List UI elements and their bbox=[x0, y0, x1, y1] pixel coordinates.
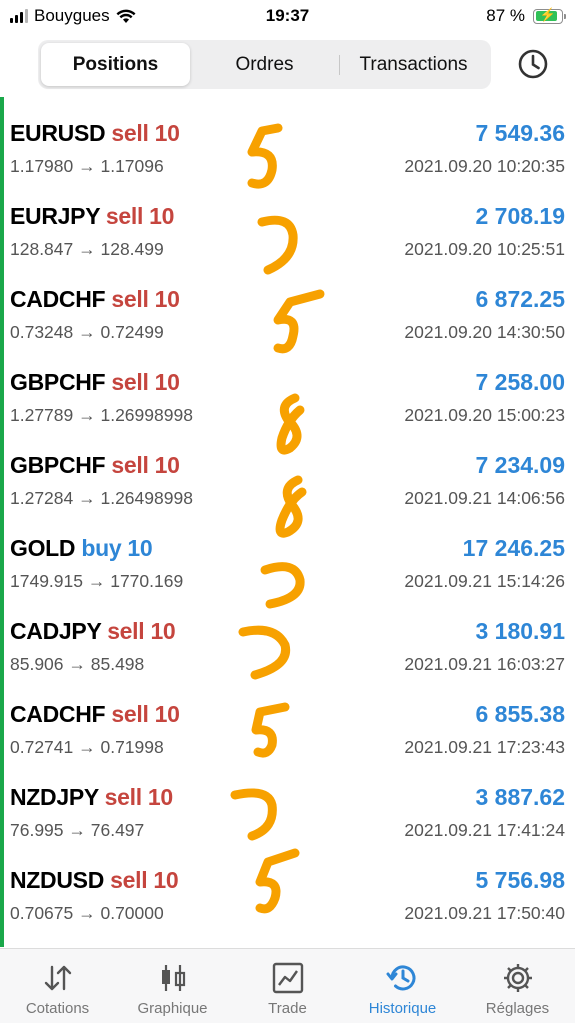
position-profit: 7 258.00 bbox=[475, 369, 565, 395]
position-row[interactable]: CADCHF sell 10 6 872.25 0.73248 → 0.7249… bbox=[0, 274, 575, 357]
position-profit: 2 708.19 bbox=[475, 203, 565, 229]
position-volume: sell 10 bbox=[111, 701, 180, 727]
position-profit: 5 756.98 bbox=[475, 867, 565, 893]
tab-label: Cotations bbox=[25, 1000, 90, 1017]
segmented-control: Positions Ordres Transactions bbox=[38, 40, 491, 89]
tab-ordres[interactable]: Ordres bbox=[190, 43, 339, 86]
position-row[interactable]: CADJPY sell 10 3 180.91 85.906 → 85.498 … bbox=[0, 606, 575, 689]
candlestick-icon bbox=[161, 965, 185, 991]
trade-chart-icon bbox=[272, 962, 303, 994]
position-prices: 0.70675 → 0.70000 bbox=[10, 903, 164, 923]
tab-historique[interactable]: Historique bbox=[345, 949, 460, 1023]
status-bar: Bouygues 19:37 87 % ⚡ bbox=[0, 0, 575, 34]
position-prices: 1.27789 → 1.26998998 bbox=[10, 405, 193, 425]
tab-cotations[interactable]: Cotations bbox=[0, 949, 115, 1023]
position-time: 2021.09.20 15:00:23 bbox=[404, 405, 565, 425]
position-symbol: NZDUSD bbox=[10, 867, 105, 893]
position-volume: sell 10 bbox=[111, 369, 180, 395]
position-volume: sell 10 bbox=[111, 286, 180, 312]
gear-icon bbox=[503, 964, 532, 992]
sort-arrows-icon bbox=[44, 965, 71, 991]
position-prices: 76.995 → 76.497 bbox=[10, 820, 145, 840]
tab-label: Réglages bbox=[485, 1000, 550, 1017]
position-profit: 17 246.25 bbox=[462, 535, 565, 561]
positions-list: EURUSD sell 10 7 549.36 1.17980 → 1.1709… bbox=[0, 108, 575, 938]
position-symbol: CADCHF bbox=[10, 701, 106, 727]
tab-label: Trade bbox=[268, 1000, 307, 1017]
tab-graphique[interactable]: Graphique bbox=[115, 949, 230, 1023]
position-time: 2021.09.21 17:50:40 bbox=[404, 903, 565, 923]
tab-trade[interactable]: Trade bbox=[230, 949, 345, 1023]
tab-positions[interactable]: Positions bbox=[41, 43, 190, 86]
position-profit: 7 549.36 bbox=[475, 120, 565, 146]
position-volume: sell 10 bbox=[107, 618, 176, 644]
position-prices: 85.906 → 85.498 bbox=[10, 654, 145, 674]
position-symbol: GBPCHF bbox=[10, 369, 106, 395]
position-time: 2021.09.21 15:14:26 bbox=[404, 571, 565, 591]
position-volume: sell 10 bbox=[104, 784, 174, 810]
position-row[interactable]: GOLD buy 10 17 246.25 1749.915 → 1770.16… bbox=[0, 523, 575, 606]
position-symbol: GBPCHF bbox=[10, 452, 106, 478]
position-volume: sell 10 bbox=[111, 452, 180, 478]
position-profit: 6 855.38 bbox=[475, 701, 565, 727]
tab-transactions[interactable]: Transactions bbox=[339, 43, 488, 86]
position-profit: 3 180.91 bbox=[475, 618, 565, 644]
position-row[interactable]: GBPCHF sell 10 7 234.09 1.27284 → 1.2649… bbox=[0, 440, 575, 523]
tab-label: Graphique bbox=[137, 1000, 208, 1017]
position-symbol: CADJPY bbox=[10, 618, 102, 644]
position-symbol: GOLD bbox=[10, 535, 76, 561]
position-symbol: EURUSD bbox=[10, 120, 106, 146]
position-symbol: CADCHF bbox=[10, 286, 106, 312]
position-prices: 0.73248 → 0.72499 bbox=[10, 322, 164, 342]
tab-label: Historique bbox=[368, 1000, 437, 1017]
position-time: 2021.09.20 14:30:50 bbox=[404, 322, 565, 342]
position-volume: sell 10 bbox=[111, 120, 180, 146]
history-icon bbox=[386, 965, 415, 991]
clock-icon[interactable] bbox=[517, 48, 549, 80]
position-row[interactable]: GBPCHF sell 10 7 258.00 1.27789 → 1.2699… bbox=[0, 357, 575, 440]
position-prices: 1.17980 → 1.17096 bbox=[10, 156, 164, 176]
battery-percent: 87 % bbox=[486, 6, 525, 25]
position-row[interactable]: EURUSD sell 10 7 549.36 1.17980 → 1.1709… bbox=[0, 108, 575, 191]
position-time: 2021.09.20 10:25:51 bbox=[404, 239, 565, 259]
position-symbol: EURJPY bbox=[10, 203, 100, 229]
tab-reglages[interactable]: Réglages bbox=[460, 949, 575, 1023]
position-row[interactable]: NZDJPY sell 10 3 887.62 76.995 → 76.497 … bbox=[0, 772, 575, 855]
position-profit: 6 872.25 bbox=[475, 286, 565, 312]
position-symbol: NZDJPY bbox=[10, 784, 99, 810]
position-prices: 1749.915 → 1770.169 bbox=[10, 571, 184, 591]
position-time: 2021.09.21 17:41:24 bbox=[404, 820, 565, 840]
position-volume: sell 10 bbox=[110, 867, 179, 893]
position-time: 2021.09.21 17:23:43 bbox=[404, 737, 565, 757]
position-profit: 7 234.09 bbox=[475, 452, 565, 478]
position-row[interactable]: NZDUSD sell 10 5 756.98 0.70675 → 0.7000… bbox=[0, 855, 575, 938]
position-prices: 1.27284 → 1.26498998 bbox=[10, 488, 193, 508]
position-time: 2021.09.20 10:20:35 bbox=[404, 156, 565, 176]
position-time: 2021.09.21 16:03:27 bbox=[404, 654, 565, 674]
position-time: 2021.09.21 14:06:56 bbox=[404, 488, 565, 508]
position-row[interactable]: EURJPY sell 10 2 708.19 128.847 → 128.49… bbox=[0, 191, 575, 274]
position-volume: sell 10 bbox=[105, 203, 175, 229]
position-row[interactable]: CADCHF sell 10 6 855.38 0.72741 → 0.7199… bbox=[0, 689, 575, 772]
tab-bar: Cotations Graphique Trade Historique Rég… bbox=[0, 948, 575, 1023]
position-volume: buy 10 bbox=[81, 535, 153, 561]
position-prices: 128.847 → 128.499 bbox=[10, 239, 164, 259]
position-profit: 3 887.62 bbox=[475, 784, 565, 810]
battery-group: 87 % ⚡ bbox=[486, 6, 566, 26]
battery-icon: ⚡ bbox=[533, 7, 566, 24]
position-prices: 0.72741 → 0.71998 bbox=[10, 737, 164, 757]
